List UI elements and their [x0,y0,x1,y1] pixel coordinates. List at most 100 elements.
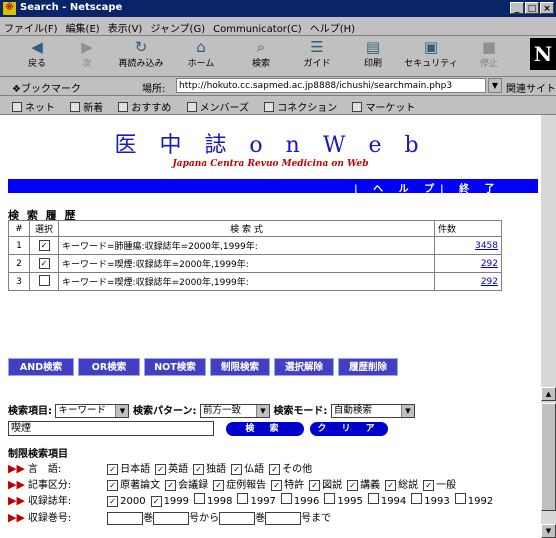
year-checkbox[interactable] [367,493,379,504]
article-type-option[interactable]: ✓ 症例報告 [213,480,266,491]
issue-to-input[interactable] [265,511,302,525]
year-option[interactable]: 1994 [367,493,406,507]
history-count-link[interactable]: 292 [434,254,502,273]
vertical-scrollbar[interactable]: ▲ ▼ [541,115,556,538]
language-checkbox[interactable]: ✓ [193,464,205,475]
history-select-checkbox[interactable]: ✓ [38,240,50,251]
volume-to-input[interactable] [219,511,256,525]
year-option[interactable]: 1993 [411,493,450,507]
article-type-option[interactable]: ✓ 講義 [347,480,380,491]
scroll-down-arrow[interactable]: ▼ [541,524,556,538]
clear-selection-button[interactable]: 選択解除 [274,358,334,376]
mode-select[interactable]: 自動検索 ▼ [330,404,415,418]
bookmarks-button[interactable]: ❖ブックマーク [12,80,81,95]
year-option[interactable]: ✓ 2000 [107,496,146,507]
article-type-checkbox[interactable]: ✓ [385,480,397,491]
and-search-button[interactable]: AND検索 [8,358,74,376]
article-type-checkbox[interactable]: ✓ [347,480,359,491]
limit-search-button[interactable]: 制限検索 [210,358,270,376]
exit-link[interactable]: | 終 了 [440,180,501,195]
related-sites-button[interactable]: 関連サイト [506,80,556,95]
language-option[interactable]: ✓ その他 [269,464,312,475]
back-button[interactable]: ◀ 戻る [12,38,62,74]
stop-button[interactable]: ■ 停止 [464,38,514,74]
year-option[interactable]: 1998 [194,493,232,507]
maximize-button[interactable]: □ [525,2,539,14]
personal-item-recommend[interactable]: おすすめ [118,99,171,114]
article-type-option[interactable]: ✓ 図説 [309,480,342,491]
language-checkbox[interactable]: ✓ [269,464,281,475]
not-search-button[interactable]: NOT検索 [144,358,206,376]
year-checkbox[interactable]: ✓ [107,496,119,507]
or-search-button[interactable]: OR検索 [78,358,140,376]
delete-history-button[interactable]: 履歴削除 [338,358,398,376]
language-checkbox[interactable]: ✓ [231,464,243,475]
scroll-up-arrow[interactable]: ▲ [541,387,556,401]
article-type-option[interactable]: ✓ 一般 [423,480,456,491]
personal-item-connection[interactable]: コネクション [264,99,337,114]
scroll-thumb[interactable] [541,403,556,511]
guide-button[interactable]: ☰ ガイド [292,38,342,74]
history-select-checkbox[interactable] [38,274,50,286]
year-option[interactable]: 1997 [237,493,276,507]
year-checkbox[interactable] [237,493,249,504]
search-submit-button[interactable]: 検 索 [226,422,304,436]
year-checkbox[interactable] [411,493,423,504]
article-type-checkbox[interactable]: ✓ [107,480,119,491]
article-type-checkbox[interactable]: ✓ [309,480,321,491]
security-button[interactable]: ▣ セキュリティ [402,38,460,74]
url-input[interactable] [176,78,486,93]
menu-edit[interactable]: 編集(E) [62,17,104,35]
personal-item-members[interactable]: メンバーズ [186,99,249,114]
volume-from-input[interactable] [107,511,144,525]
close-button[interactable]: × [540,2,554,14]
article-type-option[interactable]: ✓ 特許 [271,480,304,491]
article-type-checkbox[interactable]: ✓ [271,480,283,491]
pattern-select[interactable]: 前方一致 ▼ [199,404,270,418]
language-checkbox[interactable]: ✓ [155,464,167,475]
clear-button[interactable]: ク リ ア [310,422,388,436]
minimize-button[interactable]: _ [510,2,524,14]
year-checkbox[interactable] [280,493,292,504]
year-option[interactable]: 1995 [324,493,363,507]
language-option[interactable]: ✓ 仏語 [231,464,264,475]
year-option[interactable]: ✓ 1999 [150,496,189,507]
keyword-input[interactable]: 喫煙 [8,421,214,436]
print-button[interactable]: ▤ 印刷 [348,38,398,74]
year-checkbox[interactable]: ✓ [150,496,162,507]
forward-button[interactable]: ▶ 次 [62,38,112,74]
personal-item-market[interactable]: マーケット [352,99,415,114]
personal-item-net[interactable]: ネット [12,99,55,114]
article-type-checkbox[interactable]: ✓ [423,480,435,491]
year-checkbox[interactable] [324,493,336,504]
language-option[interactable]: ✓ 英語 [155,464,188,475]
menu-view[interactable]: 表示(V) [104,17,147,35]
menu-go[interactable]: ジャンプ(G) [146,17,209,35]
search-item-select[interactable]: キーワード ▼ [55,404,130,418]
netscape-logo[interactable]: N [530,38,556,70]
year-option[interactable]: 1992 [454,493,493,507]
menu-file[interactable]: ファイル(F) [0,17,62,35]
article-type-option[interactable]: ✓ 会議録 [165,480,208,491]
article-type-checkbox[interactable]: ✓ [165,480,177,491]
history-count-link[interactable]: 3458 [434,236,502,255]
menu-communicator[interactable]: Communicator(C) [209,21,306,35]
search-button[interactable]: ⌕ 検索 [236,38,286,74]
url-dropdown-arrow[interactable]: ▼ [488,78,502,93]
help-link[interactable]: | ヘ ル プ [354,180,440,195]
year-option[interactable]: 1996 [280,493,319,507]
year-checkbox[interactable] [194,493,206,504]
issue-from-input[interactable] [153,511,190,525]
reload-button[interactable]: ↻ 再読み込み [112,38,170,74]
history-count-link[interactable]: 292 [434,272,502,291]
history-select-checkbox[interactable]: ✓ [38,258,50,269]
language-option[interactable]: ✓ 日本語 [107,464,150,475]
language-checkbox[interactable]: ✓ [107,464,119,475]
article-type-checkbox[interactable]: ✓ [213,480,225,491]
home-button[interactable]: ⌂ ホーム [176,38,226,74]
personal-item-new[interactable]: 新着 [70,99,103,114]
menu-help[interactable]: ヘルプ(H) [306,17,359,35]
article-type-option[interactable]: ✓ 総説 [385,480,418,491]
article-type-option[interactable]: ✓ 原著論文 [107,480,160,491]
language-option[interactable]: ✓ 独語 [193,464,226,475]
